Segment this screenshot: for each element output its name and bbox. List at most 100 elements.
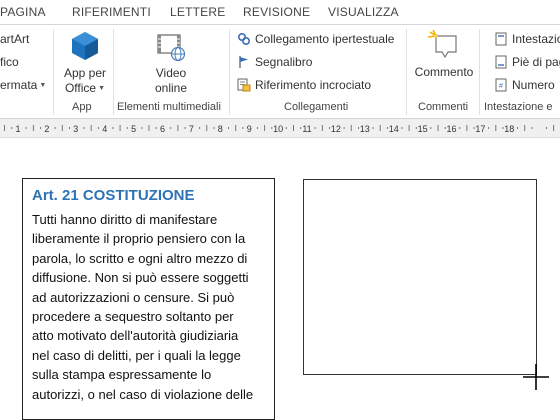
smartart-button[interactable]: artArt [0,32,29,46]
app-for-office-label-2: Office [64,81,97,95]
crosshair-cursor-icon [523,364,549,390]
cross-reference-icon [237,78,251,92]
header-icon [495,32,507,46]
ruler-tick [11,127,13,129]
ruler-tick [264,125,266,131]
ruler-tick [300,127,302,129]
ruler-tick [553,125,555,131]
ruler-tick [242,127,244,129]
app-for-office-icon [72,32,98,60]
tab-visualizza[interactable]: VISUALIZZA [328,5,399,19]
bookmark-label: Segnalibro [255,55,313,69]
group-separator [479,29,480,115]
ruler-number: 17 [475,124,485,134]
hyperlink-button[interactable]: Collegamento ipertestuale [237,32,394,46]
horizontal-ruler[interactable]: 1 2 3 4 5 6 7 8 9 10 11 12 13 14 15 16 17 18 [0,119,560,138]
text-line: ad autorizzazioni o censure. Si può [32,289,235,305]
text-line: diffusione. Non si può essere soggetti [32,270,249,286]
ruler-number: 7 [189,124,194,134]
document-page[interactable]: Art. 21 COSTITUZIONE Tutti hanno diritto… [0,138,560,420]
ruler-number: 2 [44,124,49,134]
ruler-tick [213,127,215,129]
text-box-title: Art. 21 COSTITUZIONE [32,187,195,204]
screenshot-button[interactable]: ermata ▼ [0,78,46,92]
ruler-tick [235,125,237,131]
ruler-tick [4,125,5,131]
text-line: autorizzi, o nel caso di violazione dell… [32,386,254,402]
ruler-number: 11 [302,124,311,134]
ruler-number: 15 [418,124,428,134]
ruler-tick [343,127,345,129]
ruler-number: 18 [504,124,514,134]
cross-reference-label: Riferimento incrociato [255,78,372,92]
ruler-number: 9 [247,124,252,134]
text-line: nel caso di delitti, per i quali la legg… [32,347,241,363]
ruler-tick [126,127,128,129]
ruler-number: 5 [131,124,136,134]
hyperlink-icon [237,32,251,46]
footer-icon [495,55,507,69]
group-label-media: Elementi multimediali [117,101,221,113]
group-label-app: App [72,101,92,113]
online-video-icon [157,34,186,62]
smartart-label: artArt [0,32,30,46]
text-box[interactable]: Art. 21 COSTITUZIONE Tutti hanno diritto… [22,178,275,420]
tab-lettere[interactable]: LETTERE [170,5,225,19]
ribbon: artArt fico ermata ▼ App per Office ▼ App [0,25,560,119]
tab-pagina[interactable]: PAGINA [0,5,46,19]
chart-button[interactable]: fico [0,55,19,69]
text-box-body: Tutti hanno diritto di manifestare liber… [32,210,268,404]
ruler-tick [401,127,403,129]
tab-revisione[interactable]: REVISIONE [243,5,310,19]
ruler-tick [430,127,432,129]
new-comment-button[interactable]: Commento [410,30,478,80]
text-line: Tutti hanno diritto di manifestare [32,212,218,227]
ruler-tick [54,127,56,129]
cross-reference-button[interactable]: Riferimento incrociato [237,78,371,92]
online-video-button[interactable]: Video online [141,30,201,96]
ruler-tick [177,125,179,131]
header-button[interactable]: Intestazio [494,32,560,46]
ruler-tick [69,127,70,129]
text-line: procedere a sequestro soltanto per [32,309,234,325]
ruler-tick [184,127,186,129]
tab-riferimenti[interactable]: RIFERIMENTI [72,5,151,19]
text-line: parola, lo scritto e ogni altro mezzo di [32,250,248,266]
ruler-tick [199,127,201,129]
ruler-tick [40,127,42,129]
chevron-down-icon: ▼ [98,85,106,93]
ruler-number: 1 [15,124,20,134]
bookmark-icon [239,56,248,68]
ruler-number: 16 [446,124,456,134]
ruler-tick [495,125,497,131]
empty-text-box[interactable] [303,179,537,375]
hyperlink-label: Collegamento ipertestuale [255,32,395,46]
svg-text:#: # [499,83,503,90]
text-line: atto motivato dell'autorità giudiziaria [32,328,239,344]
group-label-links: Collegamenti [284,101,349,113]
ruler-tick [148,125,150,131]
group-label-header-footer: Intestazione e [484,101,553,113]
screenshot-label: ermata [0,78,38,92]
ruler-number: 8 [218,124,223,134]
ruler-tick [350,125,352,131]
ruler-tick [459,127,461,129]
footer-label: Piè di pag [512,55,560,69]
ruler-number: 12 [331,124,341,134]
bookmark-button[interactable]: Segnalibro [237,55,312,69]
ruler-tick [141,127,143,129]
header-label: Intestazio [512,32,560,46]
ruler-tick [531,127,533,129]
page-number-button[interactable]: # Numero [494,78,555,92]
ruler-number: 4 [102,124,107,134]
ruler-tick [372,127,374,129]
ruler-number: 10 [273,124,283,134]
footer-button[interactable]: Piè di pag [494,55,560,69]
ruler-number: 14 [389,124,399,134]
app-for-office-button[interactable]: App per Office ▼ [57,30,113,96]
ruler-tick [83,127,85,129]
ruler-tick [545,127,547,129]
group-separator [113,29,114,115]
group-separator [53,29,54,115]
online-video-label-2: online [154,81,188,95]
